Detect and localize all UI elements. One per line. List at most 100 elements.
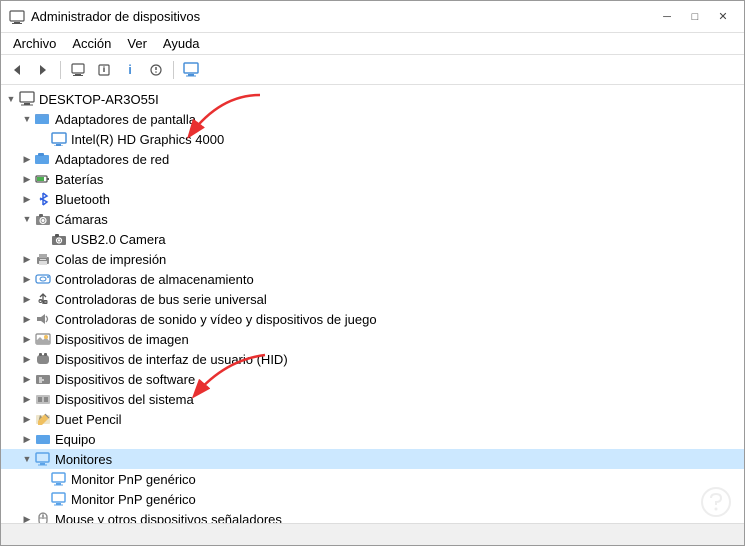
device-tree[interactable]: ▼ DESKTOP-AR3O55I ▼	[1, 85, 744, 523]
tree-item-camaras[interactable]: ▼ Cámaras	[1, 209, 744, 229]
ctrl-sonido-label: Controladoras de sonido y vídeo y dispos…	[55, 312, 377, 327]
expand-disp-sistema[interactable]: ▶	[19, 391, 35, 407]
expand-adaptadores-pantalla[interactable]: ▼	[19, 111, 35, 127]
monitor-device-icon-1	[51, 471, 67, 487]
tree-item-monitores[interactable]: ▼ Monitores	[1, 449, 744, 469]
tree-item-usb-camera[interactable]: ▶ USB2.0 Camera	[1, 229, 744, 249]
monitor-toolbar-button[interactable]	[179, 58, 203, 82]
expand-mouse[interactable]: ▶	[19, 511, 35, 523]
expand-monitores[interactable]: ▼	[19, 451, 35, 467]
menu-ver[interactable]: Ver	[119, 34, 155, 53]
menu-accion[interactable]: Acción	[64, 34, 119, 53]
window-icon	[9, 9, 25, 25]
toolbar-btn-3[interactable]	[66, 58, 90, 82]
ctrl-almacenamiento-label: Controladoras de almacenamiento	[55, 272, 254, 287]
usb-camera-label: USB2.0 Camera	[71, 232, 166, 247]
bluetooth-label: Bluetooth	[55, 192, 110, 207]
adaptadores-pantalla-label: Adaptadores de pantalla	[55, 112, 196, 127]
equipo-label: Equipo	[55, 432, 95, 447]
expand-disp-software[interactable]: ▶	[19, 371, 35, 387]
close-button[interactable]: ✕	[710, 7, 736, 27]
expand-baterias[interactable]: ▶	[19, 171, 35, 187]
tree-item-ctrl-almacenamiento[interactable]: ▶ Controladoras de almacenamiento	[1, 269, 744, 289]
tree-item-mouse[interactable]: ▶ Mouse y otros dispositivos señaladores	[1, 509, 744, 523]
bluetooth-icon	[35, 191, 51, 207]
expand-ctrl-usb[interactable]: ▶	[19, 291, 35, 307]
monitor-pnp-2-label: Monitor PnP genérico	[71, 492, 196, 507]
disp-imagen-label: Dispositivos de imagen	[55, 332, 189, 347]
tree-item-ctrl-usb[interactable]: ▶ Controladoras de bus serie universal	[1, 289, 744, 309]
network-folder-icon	[35, 151, 51, 167]
tree-item-bluetooth[interactable]: ▶ Bluetooth	[1, 189, 744, 209]
display-folder-icon	[35, 111, 51, 127]
monitor-pnp-1-label: Monitor PnP genérico	[71, 472, 196, 487]
mouse-label: Mouse y otros dispositivos señaladores	[55, 512, 282, 524]
image-folder-icon	[35, 331, 51, 347]
tree-item-disp-software[interactable]: ▶ Dispositivos de software	[1, 369, 744, 389]
expand-duet-pencil[interactable]: ▶	[19, 411, 35, 427]
separator-1	[60, 61, 61, 79]
monitores-label: Monitores	[55, 452, 112, 467]
toolbar-btn-4[interactable]	[92, 58, 116, 82]
tree-item-adaptadores-pantalla[interactable]: ▼ Adaptadores de pantalla	[1, 109, 744, 129]
camera-device-icon	[51, 231, 67, 247]
tree-item-hid[interactable]: ▶ Dispositivos de interfaz de usuario (H…	[1, 349, 744, 369]
tree-item-ctrl-sonido[interactable]: ▶ Controladoras de sonido y vídeo y disp…	[1, 309, 744, 329]
printer-folder-icon	[35, 251, 51, 267]
monitor-device-icon-2	[51, 491, 67, 507]
mouse-folder-icon	[35, 511, 51, 523]
expand-root[interactable]: ▼	[3, 91, 19, 107]
software-folder-icon	[35, 371, 51, 387]
tree-item-baterias[interactable]: ▶ Baterías	[1, 169, 744, 189]
tree-item-colas-impresion[interactable]: ▶ Colas de impresión	[1, 249, 744, 269]
tree-item-equipo[interactable]: ▶ Equipo	[1, 429, 744, 449]
expand-ctrl-almacenamiento[interactable]: ▶	[19, 271, 35, 287]
expand-camaras[interactable]: ▼	[19, 211, 35, 227]
monitor-folder-icon	[35, 451, 51, 467]
tree-item-disp-sistema[interactable]: ▶ Dispositivos del sistema	[1, 389, 744, 409]
disp-sistema-label: Dispositivos del sistema	[55, 392, 194, 407]
tree-item-duet-pencil[interactable]: ▶ Duet Pencil	[1, 409, 744, 429]
expand-disp-imagen[interactable]: ▶	[19, 331, 35, 347]
hid-label: Dispositivos de interfaz de usuario (HID…	[55, 352, 288, 367]
sound-folder-icon	[35, 311, 51, 327]
equip-folder-icon	[35, 431, 51, 447]
help-icon	[701, 487, 731, 520]
toolbar-btn-5[interactable]	[144, 58, 168, 82]
expand-monitor-pnp-1: ▶	[35, 471, 51, 487]
menu-ayuda[interactable]: Ayuda	[155, 34, 208, 53]
expand-intel-hd: ▶	[35, 131, 51, 147]
expand-equipo[interactable]: ▶	[19, 431, 35, 447]
tree-item-adaptadores-red[interactable]: ▶ Adaptadores de red	[1, 149, 744, 169]
toolbar-btn-info[interactable]: i	[118, 58, 142, 82]
hid-folder-icon	[35, 351, 51, 367]
expand-colas[interactable]: ▶	[19, 251, 35, 267]
separator-2	[173, 61, 174, 79]
back-button[interactable]	[5, 58, 29, 82]
menu-bar: Archivo Acción Ver Ayuda	[1, 33, 744, 55]
window-title: Administrador de dispositivos	[31, 9, 200, 24]
menu-archivo[interactable]: Archivo	[5, 34, 64, 53]
baterias-label: Baterías	[55, 172, 103, 187]
tree-root[interactable]: ▼ DESKTOP-AR3O55I	[1, 89, 744, 109]
tree-item-intel-hd[interactable]: ▶ Intel(R) HD Graphics 4000	[1, 129, 744, 149]
system-folder-icon	[35, 391, 51, 407]
toolbar: i	[1, 55, 744, 85]
tree-item-disp-imagen[interactable]: ▶ Dispositivos de imagen	[1, 329, 744, 349]
tree-item-monitor-pnp-2[interactable]: ▶ Monitor PnP genérico	[1, 489, 744, 509]
battery-folder-icon	[35, 171, 51, 187]
forward-button[interactable]	[31, 58, 55, 82]
computer-icon	[19, 91, 35, 107]
disp-software-label: Dispositivos de software	[55, 372, 195, 387]
camera-folder-icon	[35, 211, 51, 227]
maximize-button[interactable]: □	[682, 7, 708, 27]
window-controls: ─ □ ✕	[654, 7, 736, 27]
duet-pencil-label: Duet Pencil	[55, 412, 121, 427]
expand-adaptadores-red[interactable]: ▶	[19, 151, 35, 167]
intel-hd-label: Intel(R) HD Graphics 4000	[71, 132, 224, 147]
tree-item-monitor-pnp-1[interactable]: ▶ Monitor PnP genérico	[1, 469, 744, 489]
expand-ctrl-sonido[interactable]: ▶	[19, 311, 35, 327]
expand-bluetooth[interactable]: ▶	[19, 191, 35, 207]
expand-hid[interactable]: ▶	[19, 351, 35, 367]
minimize-button[interactable]: ─	[654, 7, 680, 27]
